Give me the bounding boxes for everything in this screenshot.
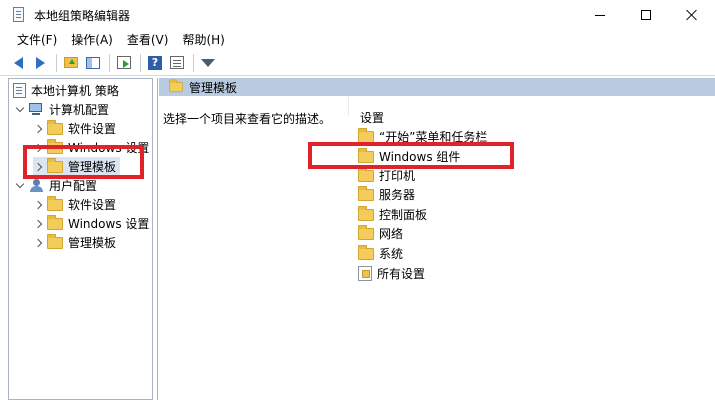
minimize-button[interactable] [577,0,623,30]
tree-pane: 本地计算机 策略 计算机配置 软件设置 Windows 设置 管理模板 用户配置… [8,78,153,400]
export-icon [117,56,131,69]
folder-icon [358,127,374,143]
properties-icon [170,56,184,69]
folder-icon [47,195,63,211]
list-item-network[interactable]: 网络 [358,224,403,243]
tree-item-computer-config[interactable]: 计算机配置 [15,100,109,119]
show-hide-tree-icon [86,56,100,69]
tree-item-user-admin-templates[interactable]: 管理模板 [33,233,116,252]
title-bar: 本地组策略编辑器 [0,0,715,30]
folder-icon [47,233,63,249]
properties-button[interactable] [167,53,187,73]
tree-item-label: 软件设置 [68,198,117,212]
folder-icon [169,79,183,93]
folder-icon [358,166,374,182]
tree-item-label: Windows 设置 [68,217,150,231]
description-text: 选择一个项目来查看它的描述。 [163,112,332,126]
toolbar-separator [109,53,110,72]
tree-item-label: 软件设置 [68,122,117,136]
chevron-right-icon[interactable] [33,200,43,210]
list-item-server[interactable]: 服务器 [358,185,415,204]
column-divider [348,96,349,116]
close-icon [686,9,698,21]
menu-view[interactable]: 查看(V) [120,30,176,50]
forward-icon [35,56,45,69]
highlight-box-windows-components [308,142,514,169]
folder-icon [358,185,374,201]
chevron-right-icon[interactable] [33,238,43,248]
folder-icon [358,244,374,260]
help-button[interactable]: ? [145,53,165,73]
list-item-label: 控制面板 [379,208,428,222]
window-title: 本地组策略编辑器 [34,8,131,23]
tree-item-root[interactable]: 本地计算机 策略 [13,81,119,100]
chevron-down-icon[interactable] [15,103,25,115]
forward-button[interactable] [30,53,50,73]
menu-file[interactable]: 文件(F) [10,30,64,50]
tree-item-user-software-settings[interactable]: 软件设置 [33,195,116,214]
highlight-box-admin-templates [23,145,144,179]
tree-item-label: 本地计算机 策略 [31,84,119,98]
maximize-icon [641,10,651,20]
user-icon [29,178,45,193]
list-item-system[interactable]: 系统 [358,244,403,263]
filter-button[interactable] [198,53,218,73]
up-one-level-button[interactable] [61,53,81,73]
back-button[interactable] [8,53,28,73]
details-header-title: 管理模板 [189,80,238,95]
list-item-all-settings[interactable]: 所有设置 [358,264,425,283]
folder-icon [358,224,374,240]
window-controls [577,0,715,30]
toolbar-separator [193,53,194,72]
chevron-right-icon[interactable] [33,219,43,229]
all-settings-icon [358,266,372,281]
folder-icon [47,119,63,135]
filter-icon [201,58,215,67]
folder-icon [47,214,63,230]
toolbar: ? [0,50,715,76]
minimize-icon [595,14,605,16]
toolbar-separator [56,53,57,72]
tree-item-computer-software-settings[interactable]: 软件设置 [33,119,116,138]
tree-item-label: 用户配置 [49,179,98,193]
details-pane: 管理模板 选择一个项目来查看它的描述。 设置 “开始”菜单和任务栏 Window… [157,78,715,400]
tree-item-label: 计算机配置 [49,103,110,117]
folder-icon [358,205,374,221]
list-item-label: 系统 [379,247,404,261]
details-header: 管理模板 [159,78,715,96]
tree-item-label: 管理模板 [68,236,117,250]
up-folder-icon [64,57,78,68]
list-item-label: 所有设置 [377,267,426,281]
menu-help[interactable]: 帮助(H) [175,30,231,50]
column-header-settings[interactable]: 设置 [360,109,384,126]
menu-action[interactable]: 操作(A) [64,30,120,50]
menu-bar: 文件(F) 操作(A) 查看(V) 帮助(H) [0,30,715,50]
computer-icon [29,103,45,116]
maximize-button[interactable] [623,0,669,30]
show-hide-tree-button[interactable] [83,53,103,73]
chevron-down-icon[interactable] [15,179,25,191]
list-item-label: 服务器 [379,188,416,202]
chevron-right-icon[interactable] [33,124,43,134]
toolbar-separator [140,53,141,72]
close-button[interactable] [669,0,715,30]
list-item-label: 网络 [379,227,404,241]
list-item-control-panel[interactable]: 控制面板 [358,205,427,224]
export-list-button[interactable] [114,53,134,73]
back-icon [13,56,23,69]
list-item-label: 打印机 [379,169,416,183]
tree-item-user-windows-settings[interactable]: Windows 设置 [33,214,149,233]
help-icon: ? [148,55,162,70]
group-policy-app-icon [12,7,26,23]
policy-icon [13,83,26,98]
